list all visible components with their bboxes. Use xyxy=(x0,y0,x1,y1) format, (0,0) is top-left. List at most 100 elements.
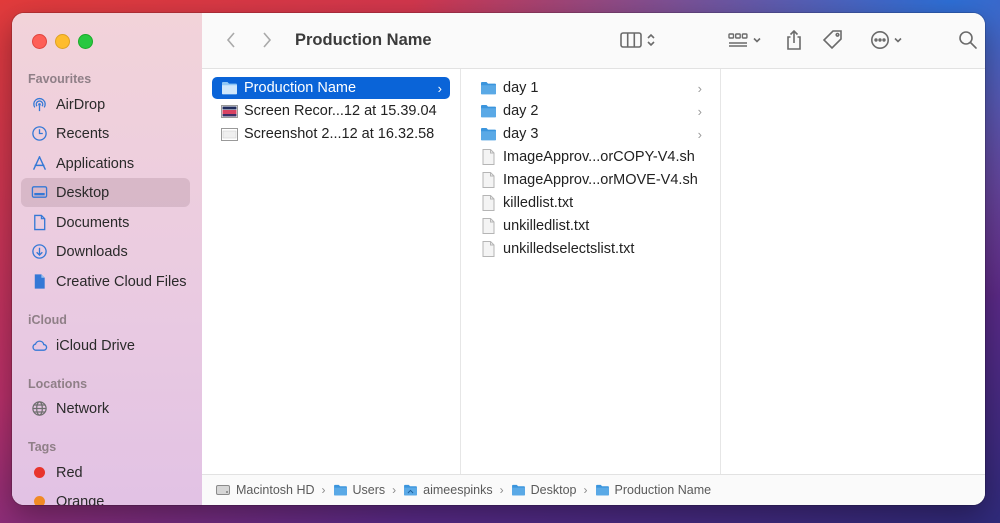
breadcrumb-separator: › xyxy=(321,483,326,497)
list-item[interactable]: Screenshot 2...12 at 16.32.58 xyxy=(212,123,450,145)
list-item[interactable]: unkilledlist.txt xyxy=(471,215,710,237)
disk-icon xyxy=(216,484,231,497)
list-item[interactable]: day 3 › xyxy=(471,123,710,145)
breadcrumb-separator: › xyxy=(583,483,588,497)
cloud-icon xyxy=(30,337,48,355)
chevron-right-icon: › xyxy=(697,126,702,142)
sidebar-tag-red[interactable]: Red xyxy=(21,458,190,487)
list-item[interactable]: ImageApprov...orCOPY-V4.sh xyxy=(471,146,710,168)
close-button[interactable] xyxy=(32,34,47,49)
item-name: ImageApprov...orMOVE-V4.sh xyxy=(503,172,698,188)
sidebar-item-label: Documents xyxy=(56,214,130,231)
home-folder-icon xyxy=(403,484,418,497)
tag-icon xyxy=(822,30,842,50)
list-item[interactable]: unkilledselectslist.txt xyxy=(471,238,710,260)
item-name: ImageApprov...orCOPY-V4.sh xyxy=(503,149,695,165)
sidebar-item-icloud-drive[interactable]: iCloud Drive xyxy=(21,331,190,360)
section-favourites: Favourites xyxy=(28,72,92,86)
sidebar-item-recents[interactable]: Recents xyxy=(21,119,190,148)
tag-dot xyxy=(30,493,48,505)
folder-icon xyxy=(511,484,526,497)
sidebar-item-label: Red xyxy=(56,464,83,481)
sidebar: Favourites AirDrop Recents Applications … xyxy=(12,13,203,505)
sidebar-item-label: AirDrop xyxy=(56,96,106,113)
item-name: unkilledlist.txt xyxy=(503,218,590,234)
column-2: day 1 › day 2 › day 3 › ImageApprov...or… xyxy=(461,69,721,475)
minimize-button[interactable] xyxy=(55,34,70,49)
breadcrumb-macintosh-hd[interactable]: Macintosh HD xyxy=(216,483,315,497)
chevron-right-icon xyxy=(263,32,272,48)
breadcrumb-label: Desktop xyxy=(530,483,577,497)
sidebar-item-label: iCloud Drive xyxy=(56,337,135,354)
sidebar-item-documents[interactable]: Documents xyxy=(21,208,190,237)
item-name: day 3 xyxy=(503,126,539,142)
sidebar-item-label: Recents xyxy=(56,125,110,142)
breadcrumb-desktop[interactable]: Desktop xyxy=(511,483,577,497)
video-thumbnail-icon xyxy=(220,103,238,119)
item-name: Screenshot 2...12 at 16.32.58 xyxy=(244,126,435,142)
section-tags: Tags xyxy=(28,440,57,454)
item-name: Screen Recor...12 at 15.39.04 xyxy=(244,103,437,119)
group-button[interactable] xyxy=(724,27,764,53)
file-icon xyxy=(479,218,497,234)
column-3 xyxy=(721,69,985,475)
path-bar: Macintosh HD › Users › aimeespinks › Des… xyxy=(202,474,985,505)
grid-icon xyxy=(727,33,748,47)
toolbar: Production Name xyxy=(202,13,985,69)
window-title: Production Name xyxy=(295,31,432,49)
item-name: unkilledselectslist.txt xyxy=(503,241,635,257)
folder-icon xyxy=(479,80,497,96)
column-browser: Production Name › Screen Recor...12 at 1… xyxy=(202,69,985,475)
search-button[interactable] xyxy=(956,27,980,53)
breadcrumb-label: Users xyxy=(352,483,386,497)
sidebar-item-label: Downloads xyxy=(56,243,128,260)
image-thumbnail-icon xyxy=(220,126,238,142)
view-mode-button[interactable] xyxy=(615,27,661,53)
ellipsis-circle-icon xyxy=(870,31,889,49)
chevron-right-icon: › xyxy=(437,80,442,96)
chevron-down-icon xyxy=(752,37,761,43)
folder-icon xyxy=(333,484,348,497)
applications-icon xyxy=(30,155,48,173)
breadcrumb-aimeespinks[interactable]: aimeespinks xyxy=(403,483,493,497)
item-name: killedlist.txt xyxy=(503,195,574,211)
sidebar-item-network[interactable]: Network xyxy=(21,394,190,423)
list-item[interactable]: ImageApprov...orMOVE-V4.sh xyxy=(471,169,710,191)
tag-dot xyxy=(30,464,48,482)
sidebar-item-downloads[interactable]: Downloads xyxy=(21,237,190,266)
sidebar-item-applications[interactable]: Applications xyxy=(21,149,190,178)
forward-button[interactable] xyxy=(256,27,278,53)
breadcrumb-production-name[interactable]: Production Name xyxy=(595,483,711,497)
list-item[interactable]: Screen Recor...12 at 15.39.04 xyxy=(212,100,450,122)
columns-view-icon xyxy=(620,32,642,48)
folder-icon xyxy=(220,80,238,96)
sidebar-item-airdrop[interactable]: AirDrop xyxy=(21,90,190,119)
sidebar-item-label: Creative Cloud Files xyxy=(56,273,187,290)
list-item[interactable]: day 2 › xyxy=(471,100,710,122)
item-name: day 2 xyxy=(503,103,539,119)
list-item[interactable]: Production Name › xyxy=(212,77,450,99)
chevron-updown-icon xyxy=(647,33,655,47)
list-item[interactable]: day 1 › xyxy=(471,77,710,99)
maximize-button[interactable] xyxy=(78,34,93,49)
breadcrumb-label: aimeespinks xyxy=(423,483,493,497)
document-icon xyxy=(30,214,48,232)
file-icon xyxy=(479,195,497,211)
chevron-right-icon: › xyxy=(697,103,702,119)
tag-button[interactable] xyxy=(821,27,845,53)
chevron-left-icon xyxy=(226,32,235,48)
back-button[interactable] xyxy=(220,27,242,53)
share-button[interactable] xyxy=(782,27,806,53)
sidebar-item-desktop[interactable]: Desktop xyxy=(21,178,190,207)
sidebar-tag-orange[interactable]: Orange xyxy=(21,487,190,505)
search-icon xyxy=(959,31,977,49)
more-actions-button[interactable] xyxy=(866,27,906,53)
sidebar-item-label: Applications xyxy=(56,155,135,172)
sidebar-item-creative-cloud-files[interactable]: Creative Cloud Files xyxy=(21,267,190,296)
section-icloud: iCloud xyxy=(28,313,67,327)
chevron-down-icon xyxy=(893,37,902,43)
breadcrumb-separator: › xyxy=(392,483,397,497)
breadcrumb-users[interactable]: Users xyxy=(333,483,386,497)
file-icon xyxy=(479,241,497,257)
list-item[interactable]: killedlist.txt xyxy=(471,192,710,214)
